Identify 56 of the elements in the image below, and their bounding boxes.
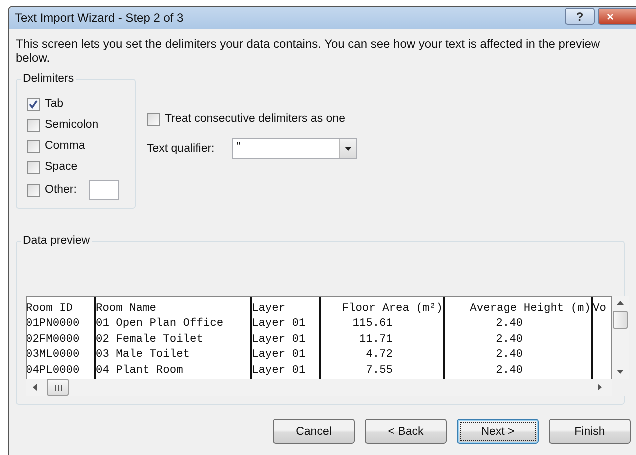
checkbox-label[interactable]: Other: [45, 184, 77, 196]
table-cell-text: 01PN0000 [27, 317, 81, 332]
column-header: Floor Area (m²) [341, 302, 443, 317]
checkbox[interactable] [27, 118, 40, 132]
help-button[interactable]: ? [565, 8, 595, 25]
table-cell-text: 2.40 [495, 364, 524, 379]
column-header: Room ID [27, 302, 74, 317]
table-cell-text: 04 Plant Room [96, 364, 184, 379]
checkbox-label[interactable]: Treat consecutive delimiters as one [165, 113, 346, 125]
scroll-right-icon[interactable] [598, 384, 602, 391]
checkbox[interactable] [27, 98, 40, 110]
checkbox[interactable] [27, 184, 40, 196]
other-input-field[interactable] [88, 180, 119, 200]
dropdown-arrow-icon [344, 146, 352, 150]
table-cell-text: 2.40 [495, 332, 524, 348]
table-cell-text: 04PL0000 [27, 364, 81, 379]
table-cell-text: Layer 01 [252, 348, 307, 364]
table-cell-text: 4.72 [365, 348, 394, 364]
table-cell-text: 115.61 [352, 317, 394, 332]
table-cell-text: 2.40 [495, 317, 524, 332]
checkbox-label[interactable]: Space [45, 161, 78, 173]
group-title: Data preview [21, 234, 92, 248]
dialog-button[interactable]: Cancel [273, 419, 355, 444]
checkbox[interactable] [147, 112, 160, 126]
checkbox[interactable] [27, 160, 40, 174]
table-cell-text: 02 Female Toilet [96, 332, 204, 348]
table-cell-text: Layer 01 [252, 332, 307, 348]
table-cell-text: 7.55 [365, 364, 394, 379]
scroll-down-icon[interactable] [617, 370, 624, 374]
table-cell-text: 01 Open Plan Office [96, 317, 225, 332]
table-cell-text: 2.40 [495, 348, 524, 364]
table-cell-text: Layer 01 [252, 317, 307, 332]
checkbox-label[interactable]: Tab [45, 98, 64, 110]
scroll-thumb[interactable] [47, 379, 69, 396]
scroll-thumb[interactable] [613, 311, 628, 329]
column-header: Layer [252, 302, 287, 317]
column-header: Average Height (m) [469, 302, 591, 317]
description-text: This screen lets you set the delimiters your data contains. You can see how your text is affected in the preview below. [16, 37, 602, 65]
dialog-button[interactable]: Next > [457, 419, 539, 444]
checkbox-label[interactable]: Comma [45, 140, 86, 152]
column-header: Room Name [96, 302, 158, 317]
scroll-left-icon[interactable] [33, 384, 37, 391]
text-qualifier-dropdown[interactable]: " [232, 138, 357, 159]
table-cell-text: 11.71 [358, 332, 394, 348]
window-title: Text Import Wizard - Step 2 of 3 [15, 11, 185, 25]
checkbox-label[interactable]: Semicolon [45, 119, 99, 131]
table-cell-text: Layer 01 [252, 364, 307, 379]
table-cell-text: 03ML0000 [27, 348, 81, 364]
dialog-button[interactable]: Finish [549, 419, 631, 444]
column-header: Vo [593, 302, 608, 317]
table-cell-text: 03 Male Toilet [96, 348, 191, 364]
text-qualifier-label: Text qualifier: [147, 142, 216, 154]
dialog-button[interactable]: < Back [365, 419, 447, 444]
table-cell-text: 02FM0000 [27, 332, 81, 348]
scroll-up-icon[interactable] [617, 301, 624, 305]
checkbox[interactable] [27, 140, 40, 152]
